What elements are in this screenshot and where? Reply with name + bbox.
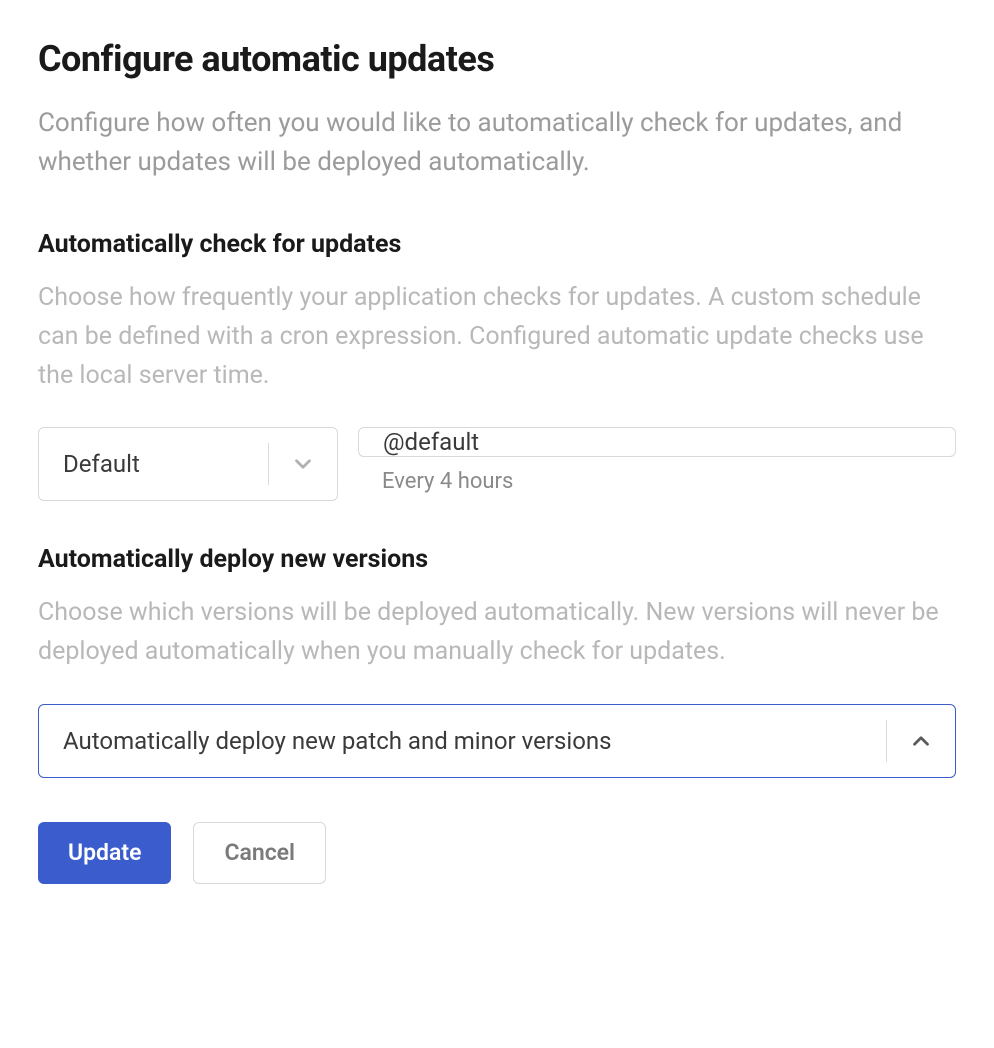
deploy-description: Choose which versions will be deployed a…	[38, 594, 956, 672]
check-updates-heading: Automatically check for updates	[38, 230, 956, 259]
deploy-section: Automatically deploy new versions Choose…	[38, 545, 956, 778]
schedule-select-value: Default	[39, 450, 268, 478]
check-updates-section: Automatically check for updates Choose h…	[38, 230, 956, 501]
deploy-select[interactable]: Automatically deploy new patch and minor…	[38, 704, 956, 778]
update-button[interactable]: Update	[38, 822, 171, 884]
chevron-down-icon	[269, 451, 337, 477]
chevron-up-icon	[887, 728, 955, 754]
page-description: Configure how often you would like to au…	[38, 104, 956, 182]
schedule-select[interactable]: Default	[38, 427, 338, 501]
check-updates-description: Choose how frequently your application c…	[38, 279, 956, 395]
page-title: Configure automatic updates	[38, 38, 956, 80]
cron-helper-text: Every 4 hours	[358, 469, 956, 494]
deploy-select-value: Automatically deploy new patch and minor…	[39, 727, 886, 755]
cron-input[interactable]	[358, 427, 956, 457]
deploy-heading: Automatically deploy new versions	[38, 545, 956, 574]
check-updates-controls: Default Every 4 hours	[38, 427, 956, 501]
action-buttons: Update Cancel	[38, 822, 956, 884]
cancel-button[interactable]: Cancel	[193, 822, 326, 884]
